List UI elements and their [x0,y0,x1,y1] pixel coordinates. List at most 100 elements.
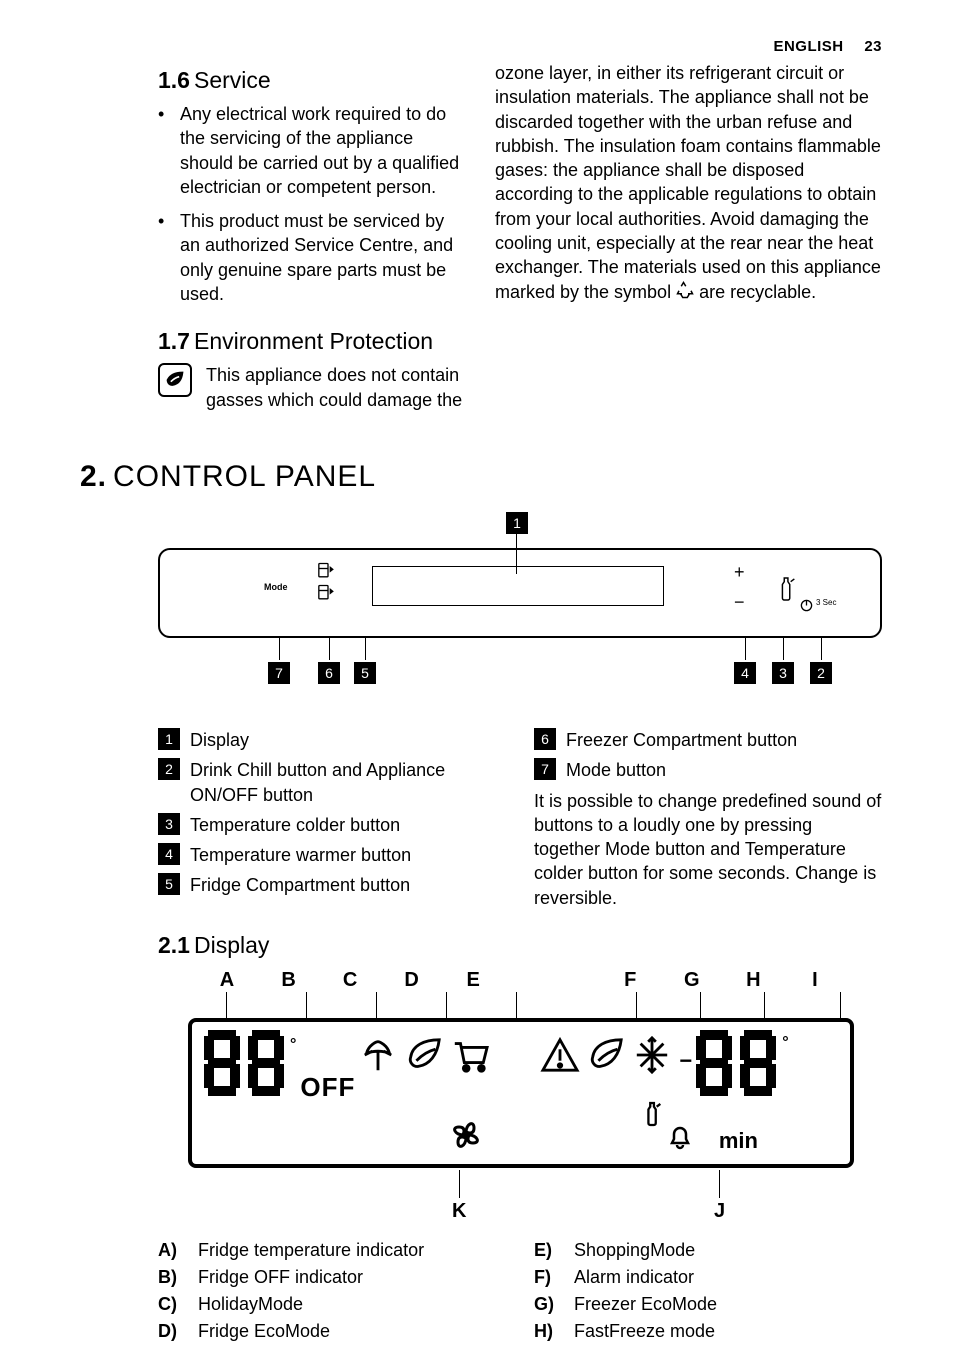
letter-I: I [802,969,828,992]
display-legend-left: A)Fridge temperature indicator B)Fridge … [158,1240,506,1348]
service-bullets: Any electrical work required to do the s… [158,102,467,306]
letter-F: F [617,969,643,992]
panel-legend-right: 6Freezer Compartment button 7Mode button… [534,728,882,910]
bottom-callouts: 7 6 5 4 3 2 [158,636,882,706]
eco-icon [158,363,192,397]
callout-2: 2 [810,636,832,684]
env-part2-span: ozone layer, in either its refrigerant c… [495,63,881,302]
heading-2-1-num: 2.1 [158,932,190,958]
recycle-icon [676,281,694,305]
leg-B-text: Fridge OFF indicator [198,1267,363,1288]
leg-A-text: Fridge temperature indicator [198,1240,424,1261]
plus-icon: + [734,562,745,583]
env-row: This appliance does not contain gasses w… [158,363,467,412]
legend-7-text: Mode button [566,758,882,782]
legend-item-5: 5Fridge Compartment button [158,873,506,897]
lcd-panel: ° OFF − ° [188,1018,854,1168]
letter-top-lines [188,992,854,1018]
env-part3-span: are recyclable. [694,282,816,302]
freezer-ecomode-icon [583,1036,629,1079]
heading-2-title: CONTROL PANEL [113,460,376,493]
env-text-part2: ozone layer, in either its refrigerant c… [495,61,882,305]
letter-D: D [399,969,425,992]
leg-C: C)HolidayMode [158,1294,506,1315]
mode-label: Mode [264,582,288,592]
leg-D: D)Fridge EcoMode [158,1321,506,1342]
leg-G: G)Freezer EcoMode [534,1294,882,1315]
holiday-mode-icon [355,1036,401,1079]
letter-G: G [679,969,705,992]
letter-B: B [276,969,302,992]
page-number: 23 [864,38,882,55]
legend-item-2: 2Drink Chill button and Appliance ON/OFF… [158,758,506,807]
leg-F-text: Alarm indicator [574,1267,694,1288]
freezer-compartment-icon [318,584,338,607]
display-diagram: A B C D E F G H I ° OFF [188,969,854,1226]
letter-J: J [714,1170,725,1223]
control-panel-diagram: 1 Mode + − 3 Sec 7 6 5 4 3 2 [158,512,882,722]
heading-2: 2.CONTROL PANEL [80,460,882,494]
callout-1-badge: 1 [506,512,528,534]
callout-7: 7 [268,636,290,684]
letter-E: E [460,969,486,992]
three-sec-label: 3 Sec [816,598,836,607]
letters-row: A B C D E F G H I [188,969,854,992]
letter-gap [522,969,582,992]
heading-2-1: 2.1Display [158,932,882,959]
heading-1-7-num: 1.7 [158,328,190,354]
min-label: min [719,1128,758,1154]
legend-item-4: 4Temperature warmer button [158,843,506,867]
service-bullet-1: Any electrical work required to do the s… [158,102,467,199]
heading-1-6-title: Service [194,67,271,93]
drinks-chill-display-icon [642,1101,664,1132]
callout-4: 4 [734,636,756,684]
legend-5-text: Fridge Compartment button [190,873,506,897]
heading-1-6-num: 1.6 [158,67,190,93]
heading-1-7: 1.7Environment Protection [158,328,467,355]
leg-D-text: Fridge EcoMode [198,1321,330,1342]
callout-5: 5 [354,636,376,684]
col-right: ozone layer, in either its refrigerant c… [495,61,882,412]
legend-1-text: Display [190,728,506,752]
freezer-temp-segment: − ° [679,1030,788,1096]
alarm-indicator-icon [537,1036,583,1079]
display-slot [372,566,664,606]
fridge-compartment-icon [318,562,338,585]
panel-legend-left: 1Display 2Drink Chill button and Applian… [158,728,506,910]
service-bullet-2: This product must be serviced by an auth… [158,209,467,306]
fridge-ecomode-icon [401,1036,447,1079]
header-lang: ENGLISH [773,38,843,55]
bottom-letters: K J [188,1170,854,1226]
legend-4-text: Temperature warmer button [190,843,506,867]
letter-H: H [740,969,766,992]
fan-icon [446,1115,486,1160]
legend-item-6: 6Freezer Compartment button [534,728,882,752]
drink-chill-icon [776,576,798,607]
fridge-temp-segment [204,1030,288,1104]
legend-item-1: 1Display [158,728,506,752]
letter-K: K [452,1170,466,1223]
display-legend: A)Fridge temperature indicator B)Fridge … [158,1240,882,1348]
off-indicator: OFF [300,1072,355,1103]
shopping-mode-icon [447,1036,493,1079]
leg-G-text: Freezer EcoMode [574,1294,717,1315]
legend-3-text: Temperature colder button [190,813,506,837]
power-icon [800,596,813,617]
leg-B: B)Fridge OFF indicator [158,1267,506,1288]
panel-note: It is possible to change predefined soun… [534,789,882,910]
fastfreeze-icon [629,1036,675,1079]
heading-1-6: 1.6Service [158,67,467,94]
callout-3: 3 [772,636,794,684]
legend-item-3: 3Temperature colder button [158,813,506,837]
heading-2-1-title: Display [194,932,269,958]
leg-E: E)ShoppingMode [534,1240,882,1261]
legend-2-text: Drink Chill button and Appliance ON/OFF … [190,758,506,807]
letter-C: C [337,969,363,992]
bell-icon [668,1125,692,1156]
legend-6-text: Freezer Compartment button [566,728,882,752]
leg-A: A)Fridge temperature indicator [158,1240,506,1261]
intro-columns: 1.6Service Any electrical work required … [80,61,882,412]
leg-E-text: ShoppingMode [574,1240,695,1261]
letter-A: A [214,969,240,992]
col-left: 1.6Service Any electrical work required … [80,61,467,412]
